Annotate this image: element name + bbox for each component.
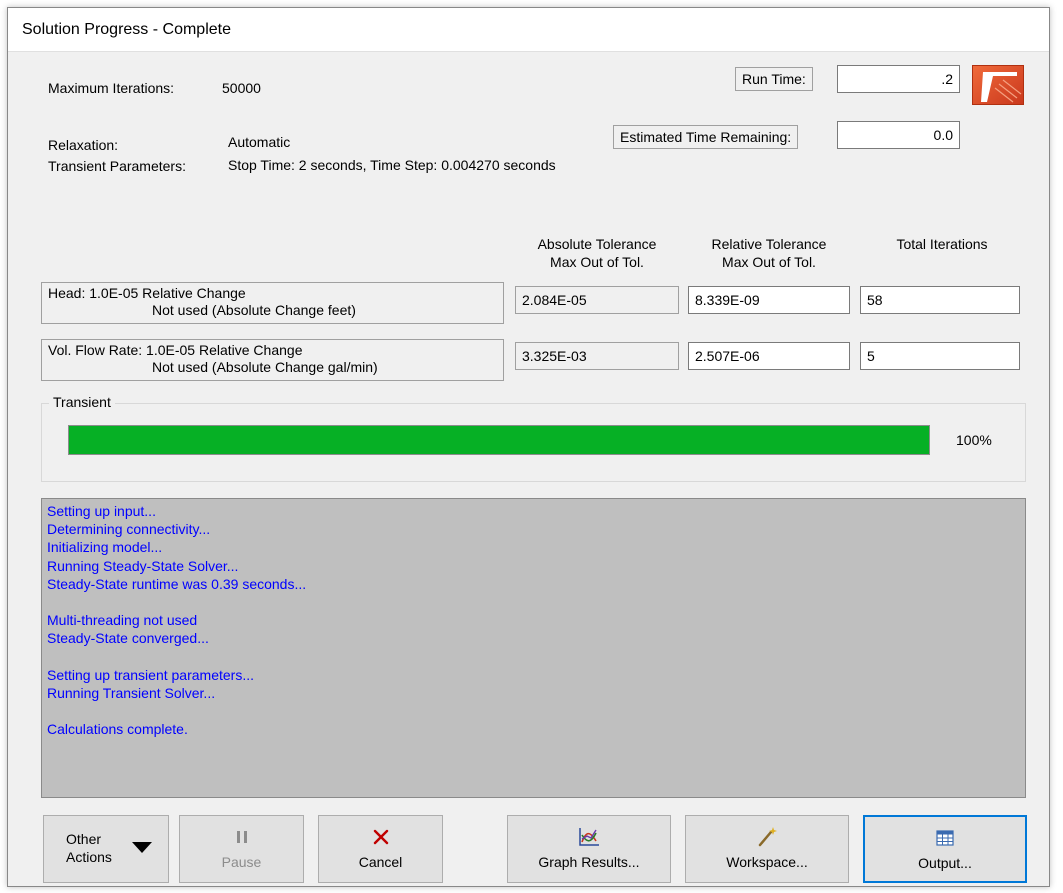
flow-total-iterations-field: 5 [860,342,1020,370]
relaxation-value: Automatic [228,134,291,150]
max-iterations-label: Maximum Iterations: [48,80,175,96]
graph-results-button[interactable]: Graph Results... [507,815,671,883]
relative-tolerance-header-line2: Max Out of Tol. [722,254,816,270]
head-total-iterations-field: 58 [860,286,1020,314]
log-line: Setting up input... [47,503,156,519]
head-tolerance-line1: Head: 1.0E-05 Relative Change [48,285,246,301]
transient-group-label: Transient [49,394,115,410]
solution-progress-window: Solution Progress - Complete Maximum Ite… [7,7,1050,887]
total-iterations-header: Total Iterations [896,236,988,252]
pause-button[interactable]: Pause [179,815,304,883]
transient-progress-bar [68,425,930,455]
log-line: Calculations complete. [47,721,188,738]
head-relative-tolerance-field: 8.339E-09 [688,286,850,314]
output-button[interactable]: Output... [863,815,1027,883]
run-time-field: .2 [837,65,960,93]
table-icon [865,827,1025,849]
log-line: Steady-State runtime was 0.39 seconds... [47,575,307,592]
other-actions-label: Other Actions [66,830,112,866]
log-line: Steady-State converged... [47,630,209,647]
transient-progress-percent: 100% [956,432,992,448]
relative-tolerance-header: Relative Tolerance Max Out of Tol. [688,235,850,271]
cancel-button[interactable]: Cancel [318,815,443,883]
absolute-tolerance-header: Absolute Tolerance Max Out of Tol. [510,235,684,271]
log-line: Determining connectivity... [47,521,211,538]
log-line: Multi-threading not used [47,612,198,629]
flow-tolerance-line1: Vol. Flow Rate: 1.0E-05 Relative Change [48,342,303,358]
flow-absolute-tolerance-field: 3.325E-03 [515,342,679,370]
log-line: Running Transient Solver... [47,685,216,701]
workspace-button[interactable]: Workspace... [685,815,849,883]
app-logo-icon [972,65,1024,105]
cancel-x-icon [319,826,442,848]
transient-parameters-label: Transient Parameters: [48,158,186,174]
flow-relative-tolerance-field: 2.507E-06 [688,342,850,370]
dropdown-arrow-icon [132,842,152,853]
transient-progress-fill [69,426,929,454]
run-time-label: Run Time: [735,67,813,91]
cancel-label: Cancel [358,854,403,870]
estimated-time-remaining-field: 0.0 [837,121,960,149]
log-line: Running Steady-State Solver... [47,557,239,574]
relaxation-label: Relaxation: [48,137,119,153]
solver-log[interactable]: Setting up input... Determining connectiv… [41,498,1026,798]
flow-tolerance-description: Vol. Flow Rate: 1.0E-05 Relative Change … [41,339,504,381]
log-line: Setting up transient parameters... [47,666,254,683]
title-bar: Solution Progress - Complete [8,8,1049,52]
workspace-label: Workspace... [726,854,808,870]
estimated-time-remaining-label: Estimated Time Remaining: [613,125,799,149]
head-absolute-tolerance-field: 2.084E-05 [515,286,679,314]
wand-icon [686,826,848,848]
flow-tolerance-line2: Not used (Absolute Change gal/min) [152,359,378,375]
transient-parameters-value: Stop Time: 2 seconds, Time Step: 0.00427… [228,157,556,173]
graph-results-label: Graph Results... [538,854,640,870]
pause-label: Pause [221,854,262,870]
absolute-tolerance-header-line1: Absolute Tolerance [537,236,657,252]
other-actions-label-line2: Actions [66,849,112,865]
log-line: Initializing model... [47,539,163,556]
window-title: Solution Progress - Complete [22,21,231,38]
pause-icon [180,826,303,848]
other-actions-label-line1: Other [66,831,102,847]
head-tolerance-line2: Not used (Absolute Change feet) [152,302,356,318]
graph-icon [508,826,670,848]
output-label: Output... [918,855,972,871]
relative-tolerance-header-line1: Relative Tolerance [711,236,827,252]
head-tolerance-description: Head: 1.0E-05 Relative Change Not used (… [41,282,504,324]
max-iterations-value: 50000 [222,80,261,96]
absolute-tolerance-header-line2: Max Out of Tol. [550,254,644,270]
other-actions-button[interactable]: Other Actions [43,815,169,883]
